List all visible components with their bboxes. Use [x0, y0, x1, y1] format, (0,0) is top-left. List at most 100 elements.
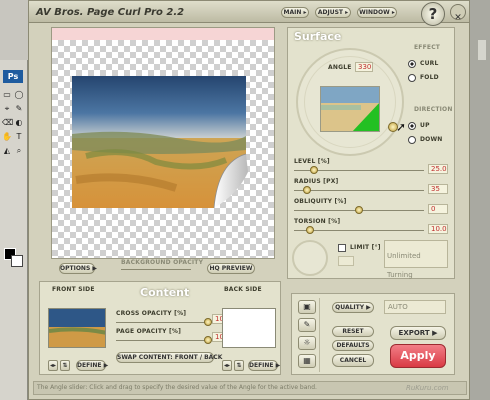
param-row-radius: RADIUS [PX] 35	[292, 178, 452, 200]
param-slider-knob[interactable]	[303, 186, 311, 194]
front-side-label: FRONT SIDE	[52, 286, 95, 293]
hand-tool-icon[interactable]: ▣	[298, 300, 316, 314]
limit-text-box: Unlimited Turning	[384, 240, 448, 279]
content-title: Content	[140, 286, 190, 299]
param-slider-knob[interactable]	[305, 226, 314, 234]
menu-window[interactable]: WINDOW ▸	[357, 7, 397, 18]
param-row-level: LEVEL [%] 25.0	[292, 158, 452, 180]
light-tool-icon[interactable]: ☼	[298, 336, 316, 350]
defaults-button[interactable]: DEFAULTS	[332, 340, 374, 351]
ps-right-strip	[470, 0, 490, 400]
front-side-thumbnail[interactable]	[48, 308, 106, 348]
title-bar[interactable]: AV Bros. Page Curl Pro 2.2 MAIN ▸ ADJUST…	[29, 1, 469, 23]
options-button[interactable]: OPTIONS ▶	[59, 263, 97, 274]
apply-button[interactable]: Apply	[390, 344, 446, 368]
param-slider-knob[interactable]	[355, 206, 363, 214]
window-title: AV Bros. Page Curl Pro 2.2	[36, 7, 185, 18]
background-opacity-slider[interactable]	[121, 269, 191, 270]
ps-tool-icon[interactable]: ⌕	[14, 146, 24, 156]
background-opacity-label: BACKGROUND OPACITY	[121, 259, 204, 266]
define-back-button[interactable]: DEFINE ▶	[248, 360, 280, 371]
pen-tool-icon[interactable]: ✎	[298, 318, 316, 332]
effect-curl-radio[interactable]: CURL	[408, 58, 452, 70]
ps-tool-icon[interactable]: T	[14, 132, 24, 142]
param-value-field[interactable]: 35	[428, 184, 448, 194]
param-row-obliquity: OBLIQUITY [%] 0	[292, 198, 452, 220]
direction-up-label: UP	[420, 122, 430, 129]
angle-label: ANGLE	[328, 64, 352, 71]
preview-header-strip	[52, 28, 274, 40]
back-swap-button[interactable]: ⇅	[234, 360, 244, 371]
define-front-button[interactable]: DEFINE ▶	[76, 360, 108, 371]
direction-down-radio[interactable]: DOWN	[408, 134, 452, 146]
angle-preview-thumb	[320, 86, 380, 132]
back-side-thumbnail[interactable]	[222, 308, 276, 348]
ps-tool-icon[interactable]: ✋	[2, 132, 12, 142]
ps-tool-icon[interactable]: ◐	[14, 118, 24, 128]
cross-opacity-slider[interactable]	[116, 322, 206, 323]
param-value-field[interactable]: 10.0	[428, 224, 448, 234]
menu-main[interactable]: MAIN ▸	[281, 7, 309, 18]
page-opacity-knob[interactable]	[204, 336, 212, 344]
ps-tool-icon[interactable]: ▭	[2, 90, 12, 100]
effect-fold-radio[interactable]: FOLD	[408, 72, 452, 84]
tool-icons-column: ▣ ✎ ☼ ▦	[296, 298, 320, 372]
close-button[interactable]: ✕	[450, 4, 466, 23]
preview-canvas[interactable]	[52, 40, 274, 258]
front-flip-button[interactable]: ◂▸	[48, 360, 58, 371]
ps-right-scroll[interactable]	[478, 40, 486, 60]
quality-value-field[interactable]: AUTO	[384, 300, 446, 314]
radio-empty-icon	[408, 136, 416, 144]
help-button[interactable]: ?	[421, 2, 445, 26]
cancel-button[interactable]: CANCEL	[332, 354, 374, 367]
ps-tool-icon[interactable]: ◯	[14, 90, 24, 100]
mouse-cursor-icon: ➚	[396, 120, 407, 134]
cross-opacity-label: CROSS OPACITY [%]	[116, 310, 187, 317]
front-swap-button[interactable]: ⇅	[60, 360, 70, 371]
reset-button[interactable]: RESET	[332, 326, 374, 337]
angle-thumb-image	[321, 87, 379, 131]
radio-selected-icon	[408, 122, 416, 130]
page-opacity-slider[interactable]	[116, 340, 206, 341]
limit-dial[interactable]	[292, 240, 328, 276]
content-panel: FRONT SIDE Content BACK SIDE CROSS OPACI…	[39, 281, 281, 375]
quality-button[interactable]: QUALITY ▶	[332, 302, 374, 313]
ps-bg-color[interactable]	[11, 255, 23, 267]
ps-tool-icon[interactable]: ✎	[14, 104, 24, 114]
limit-value-field[interactable]	[338, 256, 354, 266]
angle-value-field[interactable]: 330	[355, 62, 373, 72]
close-icon: ✕	[454, 13, 462, 23]
param-label: RADIUS [PX]	[294, 178, 339, 185]
direction-label: DIRECTION	[414, 106, 453, 113]
hq-preview-button[interactable]: HQ PREVIEW	[207, 263, 255, 274]
param-slider-track[interactable]	[294, 190, 424, 191]
photoshop-toolbar: Ps ▭ ◯ ⌖ ✎ ⌫ ◐ ✋ T ◭ ⌕	[0, 0, 28, 400]
radio-empty-icon	[408, 74, 416, 82]
limit-checkbox[interactable]	[338, 244, 346, 252]
page-opacity-label: PAGE OPACITY [%]	[116, 328, 182, 335]
ps-tool-icon[interactable]: ⌖	[2, 104, 12, 114]
ps-tools: ▭ ◯ ⌖ ✎ ⌫ ◐ ✋ T ◭ ⌕	[2, 90, 26, 250]
param-slider-knob[interactable]	[309, 166, 318, 174]
action-panel: ▣ ✎ ☼ ▦ QUALITY ▶ AUTO RESET DEFAULTS CA…	[291, 293, 455, 375]
back-flip-button[interactable]: ◂▸	[222, 360, 232, 371]
swap-content-button[interactable]: SWAP CONTENT: FRONT / BACK	[116, 352, 222, 363]
export-button[interactable]: EXPORT ▶	[390, 326, 446, 340]
angle-dial[interactable]: ANGLE 330	[296, 48, 404, 156]
effect-label: EFFECT	[414, 44, 441, 51]
param-value-field[interactable]: 25.0	[428, 164, 448, 174]
watermark-text: RuKuru.com	[406, 384, 449, 392]
surface-title: Surface	[294, 30, 342, 43]
param-label: TORSION [%]	[294, 218, 341, 225]
cross-opacity-knob[interactable]	[204, 318, 212, 326]
radio-selected-icon	[408, 60, 416, 68]
menu-adjust[interactable]: ADJUST ▸	[315, 7, 351, 18]
param-value-field[interactable]: 0	[428, 204, 448, 214]
status-message: The Angle slider: Click and drag to spec…	[37, 384, 317, 391]
direction-up-radio[interactable]: UP	[408, 120, 452, 132]
param-row-torsion: TORSION [%] 10.0	[292, 218, 452, 240]
ps-tool-icon[interactable]: ⌫	[2, 118, 13, 128]
grid-tool-icon[interactable]: ▦	[298, 354, 316, 368]
param-label: OBLIQUITY [%]	[294, 198, 347, 205]
ps-tool-icon[interactable]: ◭	[2, 146, 12, 156]
